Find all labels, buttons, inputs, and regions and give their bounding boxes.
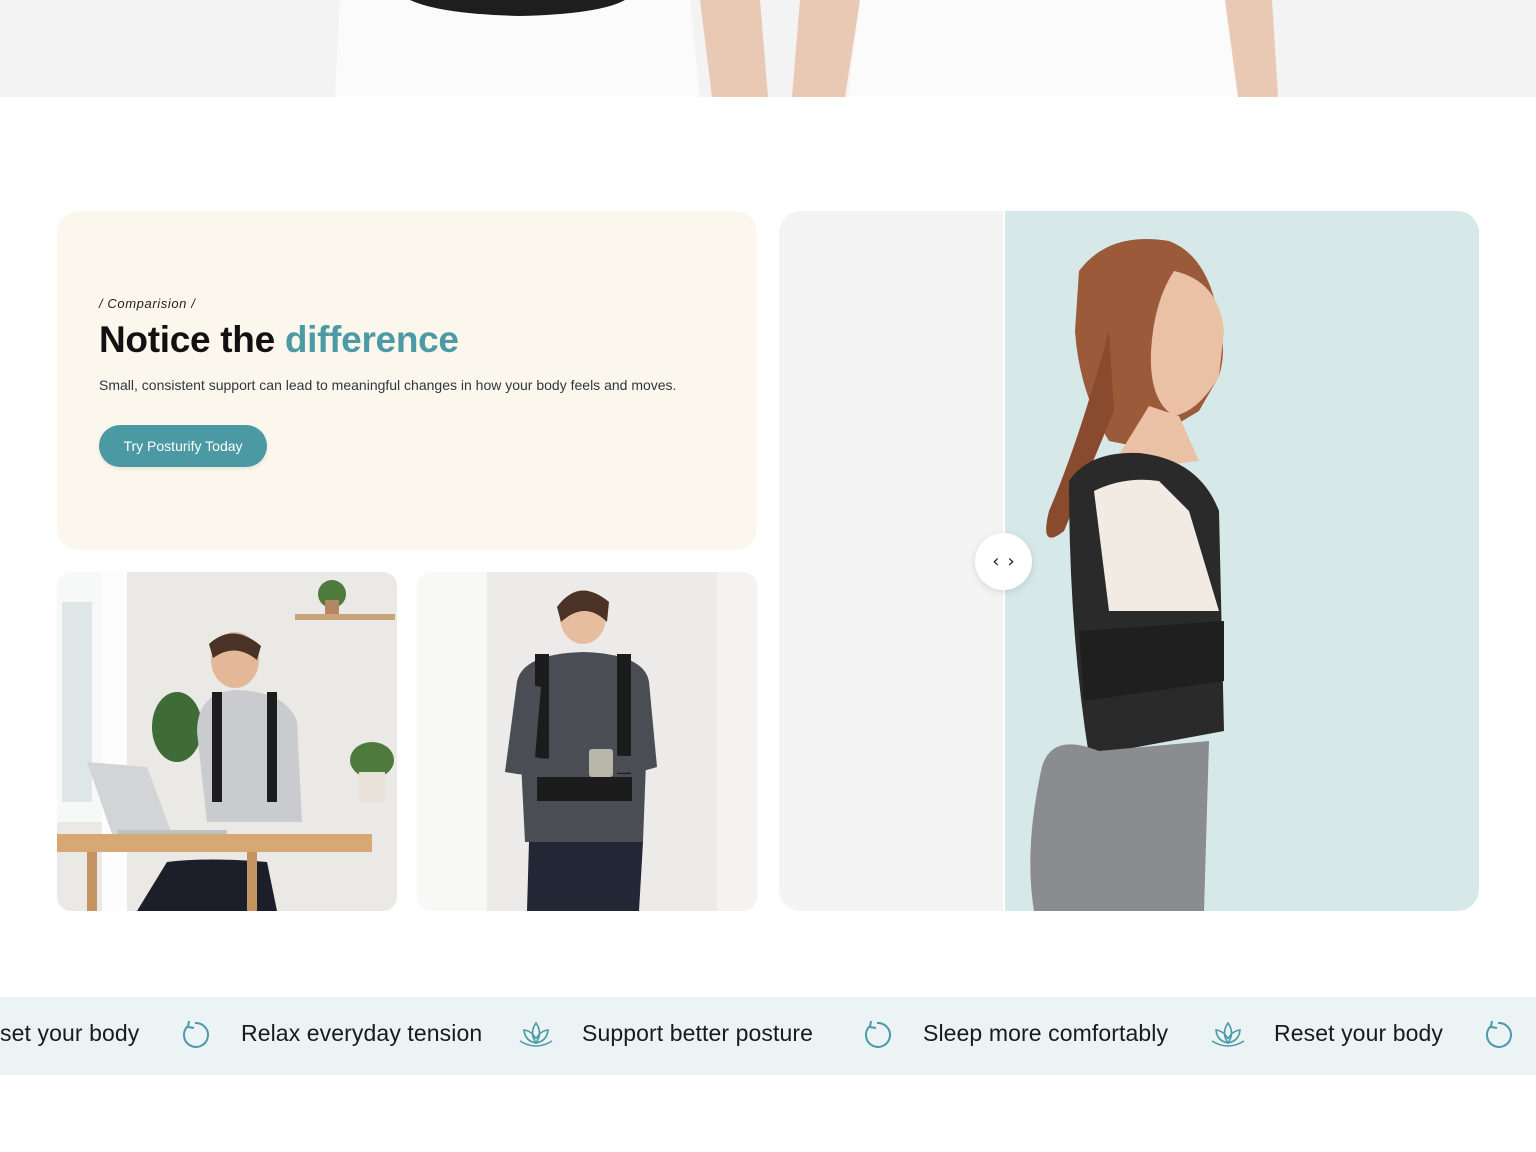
refresh-icon — [865, 1020, 891, 1048]
benefits-marquee: set your body Relax everyday tension Sup… — [0, 997, 1536, 1075]
marquee-item-text: Relax everyday tension — [241, 1020, 483, 1046]
section-subcopy: Small, consistent support can lead to me… — [99, 377, 677, 393]
marquee-track: set your body Relax everyday tension Sup… — [0, 997, 1536, 1075]
try-posturify-button[interactable]: Try Posturify Today — [99, 425, 267, 467]
lifestyle-photo-standing — [417, 572, 757, 911]
hero-image-strip — [0, 0, 1536, 97]
before-after-image — [779, 211, 1479, 911]
hero-models-illustration — [0, 0, 1536, 97]
lifestyle-photo-desk — [57, 572, 397, 911]
comparison-card: / Comparision / Notice the difference Sm… — [57, 211, 757, 550]
refresh-icon — [183, 1020, 209, 1048]
headline-accent: difference — [284, 319, 459, 360]
slider-handle[interactable]: ‹ › — [975, 533, 1032, 590]
before-after-slider[interactable]: ‹ › — [779, 211, 1479, 911]
section-headline: Notice the difference — [99, 319, 459, 361]
lotus-icon — [519, 1021, 553, 1047]
headline-main: Notice the — [99, 319, 285, 360]
section-eyebrow: / Comparision / — [99, 296, 196, 311]
marquee-item-text: Sleep more comfortably — [923, 1020, 1169, 1046]
chevron-right-icon: › — [1007, 550, 1015, 572]
marquee-item-text: Reset your body — [1274, 1020, 1443, 1046]
marquee-item-text: Support better posture — [582, 1020, 814, 1046]
refresh-icon — [1486, 1020, 1512, 1048]
lotus-icon — [1211, 1021, 1245, 1047]
marquee-item-text: set your body — [0, 1020, 140, 1046]
chevron-left-icon: ‹ — [992, 550, 1000, 572]
